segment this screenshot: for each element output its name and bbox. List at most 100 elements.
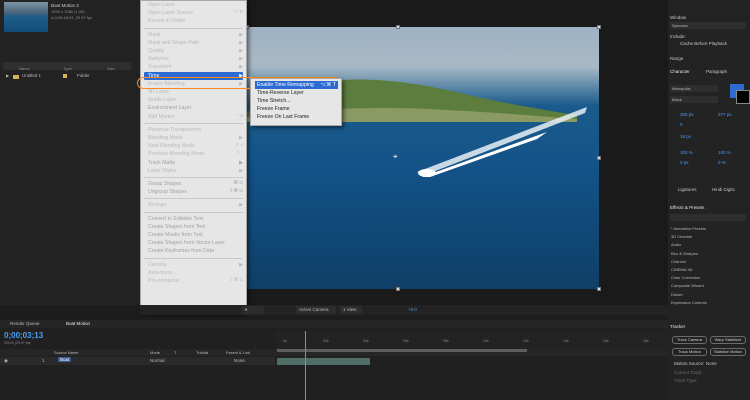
- menu-item-arrange[interactable]: Arrange ▶: [148, 201, 243, 209]
- anchor-point-icon[interactable]: ⌖: [393, 152, 398, 162]
- menu-item-mask-and-shape-path[interactable]: Mask and Shape Path ▶: [148, 39, 243, 47]
- work-area-bar[interactable]: [277, 349, 527, 352]
- effects-category[interactable]: Audio: [671, 242, 681, 247]
- effects-search-input[interactable]: [670, 214, 746, 221]
- transform-handle[interactable]: [597, 25, 601, 29]
- menu-item-freeze-on-last-frame[interactable]: Freeze On Last Frame: [255, 113, 338, 121]
- stabilize-motion-button[interactable]: Stabilize Motion: [710, 348, 746, 356]
- menu-item-freeze-frame[interactable]: Freeze Frame: [255, 105, 338, 113]
- effects-category[interactable]: Color Correction: [671, 275, 700, 280]
- tab-character[interactable]: Character: [670, 69, 690, 74]
- menu-item-transform[interactable]: Transform ▶: [148, 63, 243, 71]
- col-trackmatte-t[interactable]: T: [174, 350, 176, 355]
- menu-item-label: Create Keyframes from Data: [148, 248, 215, 255]
- tsume-value[interactable]: 0 %: [718, 160, 726, 165]
- specular-dropdown[interactable]: Specular: [670, 22, 746, 29]
- menu-item-time[interactable]: Time ▶: [144, 71, 243, 80]
- menu-item-auto-trace[interactable]: Auto-trace...: [148, 269, 243, 277]
- menu-item-quality[interactable]: Quality ▶: [148, 47, 243, 55]
- menu-item-label: Enable Time Remapping: [257, 82, 314, 88]
- col-source-name[interactable]: Source Name: [54, 350, 78, 355]
- menu-item-reveal-in-finder[interactable]: Reveal in Finder: [148, 17, 243, 25]
- layer-parent-dropdown[interactable]: None: [234, 358, 245, 363]
- effects-category[interactable]: Composite Wizard: [671, 283, 704, 288]
- layer-mode-dropdown[interactable]: Normal: [150, 358, 165, 363]
- current-time-indicator[interactable]: [305, 331, 306, 400]
- warp-stabilizer-button[interactable]: Warp Stabilizer: [710, 336, 746, 344]
- font-size-value[interactable]: 300 px: [680, 112, 694, 117]
- menu-item-open-layer-source[interactable]: Open Layer Source ⌥ E: [148, 9, 243, 17]
- col-mode[interactable]: Mode: [150, 350, 160, 355]
- vertical-scale-value[interactable]: 100 %: [680, 150, 693, 155]
- menu-item-guide-layer[interactable]: Guide Layer: [148, 96, 243, 104]
- timecode-display[interactable]: 0;00;03;13: [4, 331, 43, 340]
- col-size[interactable]: Size: [107, 66, 115, 71]
- effects-category[interactable]: Channel: [671, 259, 686, 264]
- motion-source-value[interactable]: None: [706, 361, 717, 366]
- font-family-dropdown[interactable]: Metropolis: [670, 85, 718, 92]
- effects-category[interactable]: * Animation Presets: [671, 226, 706, 231]
- resolution-dropdown[interactable]: ▾: [242, 306, 264, 314]
- menu-item-layer-styles[interactable]: Layer Styles ▶: [148, 167, 243, 175]
- tab-render-queue[interactable]: Render Queue: [10, 321, 40, 326]
- project-columns: Name Type Size: [3, 66, 131, 72]
- horizontal-scale-value[interactable]: 100 %: [718, 150, 731, 155]
- col-parent[interactable]: Parent & Link: [226, 350, 250, 355]
- menu-item-time-reverse-layer[interactable]: Time-Reverse Layer: [255, 89, 338, 97]
- stroke-width-value[interactable]: 18 px: [680, 134, 691, 139]
- effects-category[interactable]: Blur & Sharpen: [671, 251, 698, 256]
- menu-item-3d-layer[interactable]: 3D Layer: [148, 88, 243, 96]
- menu-item-frame-blending[interactable]: Frame Blending ▶: [148, 80, 243, 88]
- menu-item-label: Time Stretch...: [257, 98, 291, 104]
- menu-item-switches[interactable]: Switches ▶: [148, 55, 243, 63]
- baseline-shift-value[interactable]: 0 px: [680, 160, 689, 165]
- time-ruler[interactable]: 0s 02s 04s 06s 08s 10s 12s 14s 16s 18s: [275, 331, 668, 349]
- menu-item-previous-blending-mode[interactable]: Previous Blending Mode ⇧ -: [148, 150, 243, 158]
- effects-category[interactable]: CINEMA 4D: [671, 267, 693, 272]
- comp-viewer-frame[interactable]: ⌖: [247, 27, 599, 289]
- effects-category[interactable]: Expression Controls: [671, 300, 707, 305]
- exposure-value[interactable]: +0.0: [405, 306, 420, 314]
- hindi-digits-checkbox[interactable]: Hindi Digits: [712, 187, 735, 192]
- label-color-swatch[interactable]: [63, 74, 67, 78]
- menu-item-blending-mode[interactable]: Blending Mode ▶: [148, 134, 243, 142]
- menu-item-camera[interactable]: Camera ▶: [148, 261, 243, 269]
- menu-item-pre-compose[interactable]: Pre-compose... ⇧⌘ C: [148, 277, 243, 285]
- project-item[interactable]: ▶ Untitled 1 Folder: [3, 73, 131, 80]
- menu-item-open-layer[interactable]: Open Layer: [148, 1, 243, 9]
- transform-handle[interactable]: [597, 287, 601, 291]
- layer-duration-bar[interactable]: [277, 358, 370, 365]
- col-trkmat[interactable]: TrkMat: [196, 350, 208, 355]
- tab-paragraph[interactable]: Paragraph: [706, 69, 727, 74]
- timeline-layer-row[interactable]: ◉ 1 Boat Normal None: [0, 357, 275, 365]
- menu-item-time-stretch[interactable]: Time Stretch...: [255, 97, 338, 105]
- tab-boat-motion[interactable]: Boat Motion: [66, 321, 90, 326]
- menu-item-add-marker[interactable]: Add Marker * 8: [148, 113, 243, 121]
- ligatures-checkbox[interactable]: Ligatures: [678, 187, 697, 192]
- menu-item-mask[interactable]: Mask ▶: [148, 31, 243, 39]
- track-motion-button[interactable]: Track Motion: [672, 348, 707, 356]
- camera-dropdown[interactable]: Active Camera: [296, 306, 336, 314]
- ruler-tick-label: 0s: [283, 339, 287, 343]
- col-type[interactable]: Type: [63, 66, 72, 71]
- effects-category[interactable]: Distort: [671, 292, 683, 297]
- views-dropdown[interactable]: 1 View: [340, 306, 362, 314]
- layer-name[interactable]: Boat: [58, 357, 72, 362]
- font-style-dropdown[interactable]: Black: [670, 96, 718, 103]
- menu-item-next-blending-mode[interactable]: Next Blending Mode ⇧ =: [148, 142, 243, 150]
- disclosure-triangle-icon[interactable]: ▶: [6, 73, 9, 78]
- eye-icon[interactable]: ◉: [4, 358, 8, 364]
- transform-handle[interactable]: [396, 25, 400, 29]
- comp-thumbnail[interactable]: [4, 2, 48, 32]
- cache-before-playback-checkbox[interactable]: Cache Before Playback: [680, 41, 727, 46]
- effects-category[interactable]: 3D Channel: [671, 234, 692, 239]
- track-camera-button[interactable]: Track Camera: [672, 336, 707, 344]
- transform-handle[interactable]: [396, 287, 400, 291]
- menu-item-preserve-transparency[interactable]: Preserve Transparency: [148, 126, 243, 134]
- col-name[interactable]: Name: [19, 66, 30, 71]
- menu-item-enable-time-remapping[interactable]: Enable Time Remapping ⌥⌘ T: [255, 81, 338, 89]
- leading-value[interactable]: 377 px: [718, 112, 732, 117]
- stroke-color-swatch[interactable]: [736, 90, 750, 104]
- transform-handle[interactable]: [597, 156, 601, 160]
- tracking-value[interactable]: 0: [680, 122, 683, 127]
